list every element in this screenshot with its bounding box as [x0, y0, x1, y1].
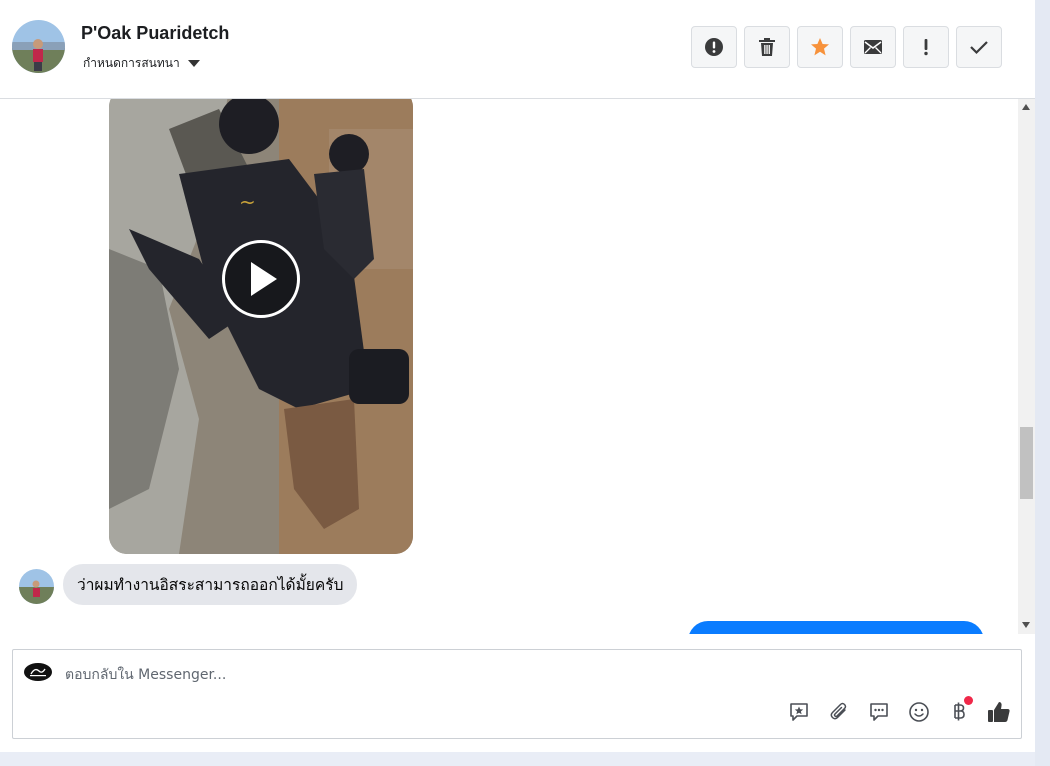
outgoing-message-bubble[interactable]: [688, 621, 984, 634]
play-button[interactable]: [222, 240, 300, 318]
message-thread[interactable]: ~ ว่าผมทำงานอิสระสามารถออกได้มั้ยครับ: [0, 99, 1018, 634]
conversation-actions: [691, 26, 1002, 68]
baht-payment-icon: [954, 702, 965, 721]
sender-avatar: [19, 569, 54, 604]
conversation-header: P'Oak Puaridetch กำหนดการสนทนา: [0, 0, 1035, 99]
emoji-button[interactable]: [907, 700, 931, 724]
mark-unread-button[interactable]: [850, 26, 896, 68]
incoming-message-bubble[interactable]: ว่าผมทำงานอิสระสามารถออกได้มั้ยครับ: [63, 564, 358, 605]
trash-icon: [759, 38, 775, 56]
chat-bubble-icon: [870, 703, 888, 721]
attach-file-button[interactable]: [827, 700, 851, 724]
scrollbar-thumb[interactable]: [1020, 427, 1033, 499]
reply-input[interactable]: [65, 664, 765, 686]
notification-dot: [964, 696, 973, 705]
star-button[interactable]: [797, 26, 843, 68]
exclamation-circle-icon: [705, 38, 723, 56]
mark-spam-button[interactable]: [691, 26, 737, 68]
scroll-down-arrow-icon[interactable]: [1022, 622, 1030, 628]
video-thumbnail: ~: [109, 99, 413, 554]
composer-toolbar: [787, 696, 1011, 724]
follow-up-button[interactable]: [903, 26, 949, 68]
contact-name[interactable]: P'Oak Puaridetch: [81, 23, 229, 44]
exclamation-icon: [924, 39, 928, 56]
saved-reply-button[interactable]: [787, 700, 811, 724]
emoji-icon: [909, 702, 929, 722]
play-icon: [251, 262, 277, 296]
video-message[interactable]: ~: [109, 99, 413, 554]
checkmark-icon: [970, 41, 988, 55]
caret-down-icon: [187, 59, 200, 67]
inbox-conversation-panel: P'Oak Puaridetch กำหนดการสนทนา ~ ว่าผมทำ…: [0, 0, 1035, 752]
window-edge: [1035, 0, 1050, 766]
contact-avatar[interactable]: [12, 20, 65, 73]
quick-reply-button[interactable]: [867, 700, 891, 724]
thread-scrollbar[interactable]: [1018, 99, 1035, 634]
payment-button[interactable]: [947, 696, 973, 724]
thumbs-up-icon: [988, 702, 1010, 722]
scroll-up-arrow-icon[interactable]: [1022, 104, 1030, 110]
mark-done-button[interactable]: [956, 26, 1002, 68]
page-logo-avatar: [23, 662, 53, 682]
star-icon: [811, 38, 829, 56]
delete-button[interactable]: [744, 26, 790, 68]
envelope-icon: [864, 40, 882, 54]
conversation-label-text: กำหนดการสนทนา: [83, 55, 180, 70]
saved-reply-icon: [790, 703, 808, 721]
attachment-icon: [830, 702, 847, 720]
reply-composer: [12, 649, 1022, 739]
conversation-label-dropdown[interactable]: กำหนดการสนทนา: [83, 54, 200, 72]
send-like-button[interactable]: [987, 700, 1011, 724]
svg-text:~: ~: [239, 190, 256, 214]
